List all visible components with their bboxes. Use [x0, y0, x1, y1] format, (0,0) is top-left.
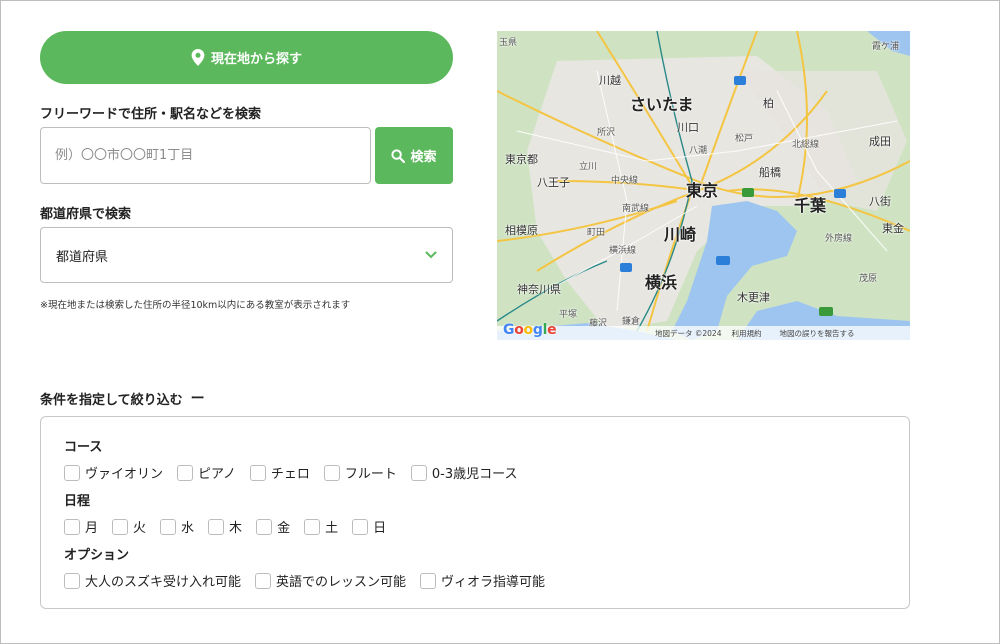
map-label-tokyo: 東京 [686, 181, 719, 200]
options-group-title: オプション [64, 548, 130, 563]
map-pin-icon [191, 49, 205, 66]
option-friday[interactable]: 金 [256, 517, 290, 536]
map-label-mobara: 茂原 [859, 274, 878, 284]
option-tuesday[interactable]: 火 [112, 517, 146, 536]
checkbox[interactable] [323, 464, 340, 481]
map[interactable]: さいたま 東京 千葉 川崎 横浜 川越 川口 柏 船橋 八王子 東京都 相模原 … [497, 31, 910, 340]
checkbox[interactable] [160, 518, 177, 535]
map-label-tokyo-to: 東京都 [505, 153, 538, 166]
option-cello[interactable]: チェロ [249, 463, 310, 482]
map-label-hiratsuka: 平塚 [559, 310, 578, 320]
map-label-yashio: 八潮 [689, 146, 708, 156]
map-label-tokorozawa: 所沢 [597, 128, 616, 138]
course-options: ヴァイオリン ピアノ チェロ フルート 0-3歳児コース [64, 463, 531, 482]
prefecture-selected-value: 都道府県 [56, 249, 109, 265]
map-label-kawagoe: 川越 [599, 74, 621, 87]
map-label-narita: 成田 [869, 135, 891, 148]
google-logo: Google [503, 322, 557, 338]
option-piano[interactable]: ピアノ [177, 463, 236, 482]
map-label-kashiwa: 柏 [763, 97, 774, 110]
chevron-down-icon [425, 251, 437, 259]
map-attribution: 地図データ ©2024 [655, 328, 722, 338]
map-label-togane: 東金 [882, 222, 904, 235]
checkbox[interactable] [112, 518, 129, 535]
map-label-yachimata: 八街 [869, 195, 891, 208]
checkbox[interactable] [208, 518, 225, 535]
map-label-kasumigaura: 霞ケ浦 [872, 42, 900, 52]
checkbox[interactable] [64, 464, 80, 481]
extra-options: 大人のスズキ受け入れ可能 英語でのレッスン可能 ヴィオラ指導可能 [64, 571, 559, 590]
checkbox[interactable] [352, 518, 369, 535]
free-word-input[interactable] [40, 127, 371, 184]
option-sunday[interactable]: 日 [352, 517, 386, 536]
map-label-saitama: さいたま [630, 95, 694, 114]
checkbox[interactable] [255, 572, 272, 589]
checkbox[interactable] [420, 572, 437, 589]
collapse-icon: ー [190, 391, 205, 407]
option-wednesday[interactable]: 水 [160, 517, 194, 536]
search-button[interactable]: 検索 [375, 127, 453, 184]
map-label-kawasaki: 川崎 [664, 225, 697, 244]
current-location-button[interactable]: 現在地から探す [40, 31, 453, 84]
map-label-funabashi: 船橋 [759, 166, 781, 179]
course-group-title: コース [64, 440, 103, 455]
map-label-matsudo: 松戸 [735, 134, 754, 144]
map-label-kisarazu: 木更津 [737, 291, 770, 304]
map-label-tachikawa: 立川 [579, 162, 598, 172]
checkbox[interactable] [64, 518, 80, 535]
free-word-label: フリーワードで住所・駅名などを検索 [40, 107, 262, 122]
map-label-kanagawa: 神奈川県 [517, 283, 561, 296]
option-viola[interactable]: ヴィオラ指導可能 [420, 571, 545, 590]
map-label-chuo-line: 中央線 [611, 176, 639, 186]
checkbox[interactable] [256, 518, 273, 535]
map-label-yokohama: 横浜 [645, 273, 678, 292]
option-violin[interactable]: ヴァイオリン [64, 463, 163, 482]
map-label-nambu-line: 南武線 [622, 204, 650, 214]
option-flute[interactable]: フルート [323, 463, 397, 482]
schedule-options: 月 火 水 木 金 土 日 [64, 517, 400, 536]
checkbox[interactable] [410, 464, 427, 481]
map-label-hachioji: 八王子 [537, 176, 570, 189]
current-location-label: 現在地から探す [210, 52, 302, 67]
filter-title: 条件を指定して絞り込む [40, 392, 183, 408]
map-label-chiba: 千葉 [794, 196, 827, 215]
search-icon [391, 148, 406, 163]
map-label-kawaguchi: 川口 [677, 121, 699, 134]
checkbox[interactable] [177, 464, 194, 481]
option-thursday[interactable]: 木 [208, 517, 242, 536]
map-label-hokuso-line: 北総線 [792, 140, 820, 150]
filter-panel: コース ヴァイオリン ピアノ チェロ フルート 0-3歳児コース 日程 月 火 … [40, 416, 910, 609]
map-label-sotobo-line: 外房線 [825, 234, 853, 244]
checkbox[interactable] [304, 518, 321, 535]
checkbox[interactable] [249, 464, 266, 481]
search-button-label: 検索 [410, 150, 437, 165]
map-footer: 地図データ ©2024 利用規約 地図の誤りを報告する [497, 326, 910, 340]
prefecture-label: 都道府県で検索 [40, 207, 132, 222]
filter-toggle[interactable]: 条件を指定して絞り込む ー [40, 388, 205, 408]
map-terms-link[interactable]: 利用規約 [731, 328, 761, 339]
map-label-yokohama-line: 横浜線 [609, 246, 637, 256]
map-label-sagamihara: 相模原 [505, 224, 538, 237]
checkbox[interactable] [64, 572, 80, 589]
map-label-saitama-ken: 玉県 [499, 38, 518, 48]
map-label-machida: 町田 [587, 228, 606, 238]
prefecture-select[interactable]: 都道府県 [40, 227, 453, 283]
map-report-link[interactable]: 地図の誤りを報告する [779, 328, 854, 339]
option-adult-students[interactable]: 大人のスズキ受け入れ可能 [64, 571, 241, 590]
schedule-group-title: 日程 [64, 494, 91, 509]
option-english-lessons[interactable]: 英語でのレッスン可能 [255, 571, 406, 590]
option-monday[interactable]: 月 [64, 517, 98, 536]
radius-note: ※現在地または検索した住所の半径10km以内にある教室が表示されます [40, 300, 351, 311]
option-saturday[interactable]: 土 [304, 517, 338, 536]
option-baby-course[interactable]: 0-3歳児コース [410, 463, 517, 482]
